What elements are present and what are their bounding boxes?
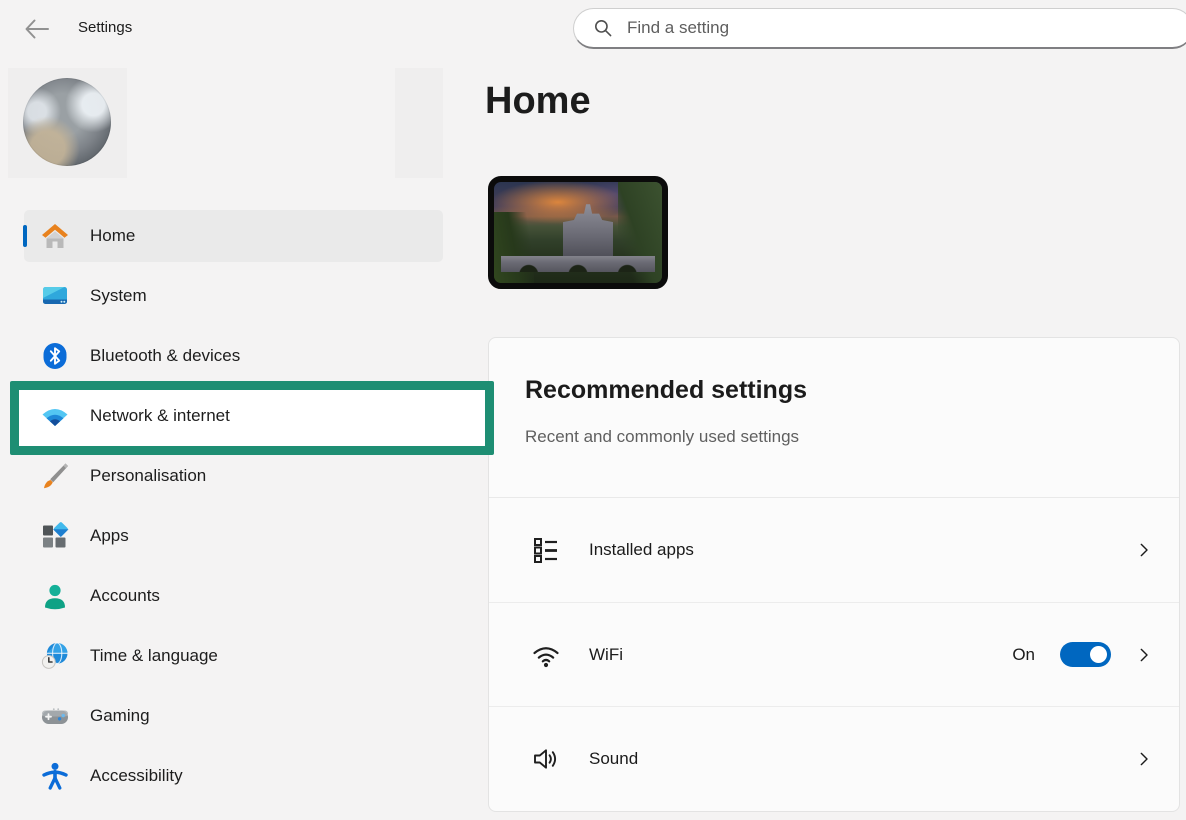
back-button[interactable] — [20, 13, 52, 45]
sidebar-item-label: Time & language — [90, 646, 218, 666]
accounts-icon — [40, 581, 70, 611]
sidebar-item-network-internet[interactable]: Network & internet — [24, 390, 443, 442]
wifi-icon — [531, 640, 561, 670]
chevron-right-icon — [1133, 539, 1155, 561]
row-sound[interactable]: Sound — [489, 706, 1179, 810]
sidebar-item-label: Home — [90, 226, 135, 246]
network-icon — [40, 401, 70, 431]
personalisation-icon — [40, 461, 70, 491]
home-banner-thumbnail — [488, 176, 668, 289]
card-subtitle: Recent and commonly used settings — [525, 427, 1143, 447]
sidebar-item-label: Gaming — [90, 706, 150, 726]
sidebar-item-home[interactable]: Home — [24, 210, 443, 262]
sound-icon — [531, 744, 561, 774]
recommended-settings-header: Recommended settings Recent and commonly… — [489, 338, 1179, 497]
gaming-icon — [40, 701, 70, 731]
sidebar-item-accessibility[interactable]: Accessibility — [24, 750, 443, 802]
row-label: Sound — [589, 749, 638, 769]
sidebar-item-personalisation[interactable]: Personalisation — [24, 450, 443, 502]
user-avatar[interactable] — [23, 78, 111, 166]
sidebar-item-label: Personalisation — [90, 466, 206, 486]
bluetooth-icon — [40, 341, 70, 371]
installed-apps-icon — [531, 535, 561, 565]
row-installed-apps[interactable]: Installed apps — [489, 498, 1179, 602]
sidebar-item-label: Accounts — [90, 586, 160, 606]
chevron-right-icon — [1133, 644, 1155, 666]
sidebar-item-label: Network & internet — [90, 406, 230, 426]
sidebar-item-system[interactable]: System — [24, 270, 443, 322]
thumbnail-bridge — [501, 256, 656, 272]
card-title: Recommended settings — [525, 376, 1143, 405]
recommended-settings-card: Recommended settings Recent and commonly… — [488, 337, 1180, 812]
row-label: WiFi — [589, 645, 623, 665]
app-title: Settings — [78, 19, 132, 36]
wifi-toggle[interactable] — [1060, 642, 1111, 667]
accessibility-icon — [40, 761, 70, 791]
thumbnail-hill — [494, 212, 534, 283]
settings-sidebar: Home System Bluetooth & devices — [24, 210, 443, 810]
home-icon — [40, 221, 70, 251]
system-icon — [40, 281, 70, 311]
sidebar-item-label: System — [90, 286, 147, 306]
row-label: Installed apps — [589, 540, 694, 560]
apps-icon — [40, 521, 70, 551]
chevron-right-icon — [1133, 748, 1155, 770]
search-icon — [591, 16, 615, 40]
sidebar-item-label: Accessibility — [90, 766, 183, 786]
search-box[interactable] — [573, 8, 1186, 49]
sidebar-item-label: Apps — [90, 526, 129, 546]
selected-accent-pill — [23, 225, 27, 247]
sidebar-item-apps[interactable]: Apps — [24, 510, 443, 562]
sidebar-item-accounts[interactable]: Accounts — [24, 570, 443, 622]
sidebar-item-gaming[interactable]: Gaming — [24, 690, 443, 742]
back-arrow-icon — [21, 14, 51, 44]
user-account-block-edge — [395, 68, 443, 178]
sidebar-item-bluetooth-devices[interactable]: Bluetooth & devices — [24, 330, 443, 382]
page-title: Home — [485, 80, 591, 123]
search-input[interactable] — [627, 18, 1107, 38]
sidebar-item-label: Bluetooth & devices — [90, 346, 240, 366]
toggle-knob — [1090, 646, 1107, 663]
sidebar-item-time-language[interactable]: Time & language — [24, 630, 443, 682]
row-wifi[interactable]: WiFi On — [489, 602, 1179, 706]
time-language-icon — [40, 641, 70, 671]
thumbnail-church — [563, 204, 613, 257]
wifi-toggle-status: On — [1012, 645, 1035, 665]
